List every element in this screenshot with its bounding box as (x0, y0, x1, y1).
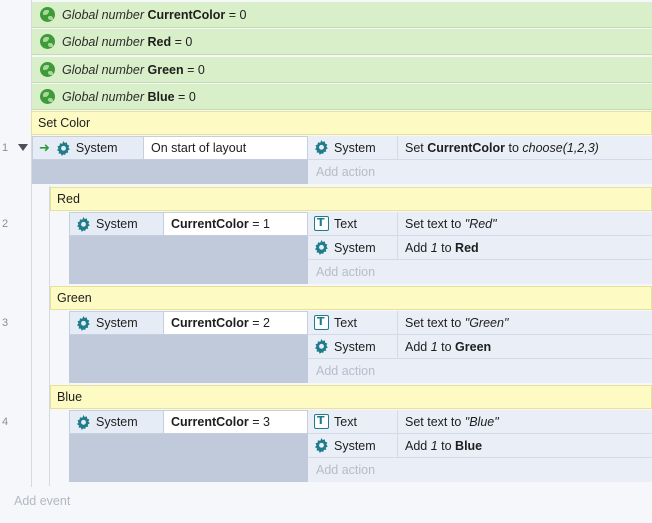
gear-icon (56, 140, 71, 156)
condition-text[interactable]: CurrentColor = 2 (164, 312, 307, 334)
add-action-button[interactable]: Add action (308, 160, 652, 184)
action-object[interactable]: System (308, 335, 398, 358)
group-header[interactable]: Blue (50, 385, 652, 409)
condition-row[interactable]: System CurrentColor = 3 (69, 410, 308, 434)
gear-icon (314, 339, 329, 354)
action-row[interactable]: System Set CurrentColor to choose(1,2,3) (308, 136, 652, 160)
action-row[interactable]: System Add 1 to Red (308, 236, 652, 260)
action-text[interactable]: Add 1 to Green (398, 340, 491, 354)
add-event-button[interactable]: Add event (14, 494, 70, 508)
action-object[interactable]: Text (308, 311, 398, 334)
action-row[interactable]: Text Set text to "Red" (308, 212, 652, 236)
action-object[interactable]: Text (308, 410, 398, 433)
condition-object[interactable]: System (70, 213, 164, 235)
action-row[interactable]: System Add 1 to Green (308, 335, 652, 359)
gear-icon (76, 216, 91, 232)
add-action-button[interactable]: Add action (308, 359, 652, 383)
text-object-icon (314, 216, 329, 231)
gear-icon (314, 240, 329, 255)
action-object[interactable]: System (308, 236, 398, 259)
gear-icon (76, 414, 91, 430)
gear-icon (314, 140, 329, 155)
action-object[interactable]: System (308, 434, 398, 457)
event-number: 2 (2, 218, 9, 230)
action-text[interactable]: Set text to "Red" (398, 217, 497, 231)
condition-object[interactable]: System (70, 312, 164, 334)
action-object[interactable]: Text (308, 212, 398, 235)
global-variable-row[interactable]: Global number Blue = 0 (32, 84, 652, 110)
action-text[interactable]: Add 1 to Blue (398, 439, 482, 453)
condition-row[interactable]: System CurrentColor = 2 (69, 311, 308, 335)
globe-icon (40, 62, 55, 77)
action-row[interactable]: Text Set text to "Green" (308, 311, 652, 335)
condition-object[interactable]: System (70, 411, 164, 433)
group-header[interactable]: Green (50, 286, 652, 310)
tree-line (49, 186, 50, 486)
condition-row[interactable]: ➜ System On start of layout (32, 136, 308, 160)
add-action-button[interactable]: Add action (308, 458, 652, 482)
collapse-arrow-icon[interactable] (18, 144, 28, 151)
action-text[interactable]: Set CurrentColor to choose(1,2,3) (398, 141, 599, 155)
event-number: 1 (2, 142, 9, 154)
globe-icon (40, 7, 55, 22)
add-action-button[interactable]: Add action (308, 260, 652, 284)
condition-row[interactable]: System CurrentColor = 1 (69, 212, 308, 236)
text-object-icon (314, 414, 329, 429)
action-text[interactable]: Set text to "Blue" (398, 415, 499, 429)
event-number: 4 (2, 416, 9, 428)
globe-icon (40, 89, 55, 104)
condition-object[interactable]: ➜ System (33, 137, 144, 159)
global-variable-row[interactable]: Global number CurrentColor = 0 (32, 2, 652, 28)
action-row[interactable]: System Add 1 to Blue (308, 434, 652, 458)
group-header[interactable]: Set Color (31, 111, 652, 135)
gear-icon (314, 438, 329, 453)
text-object-icon (314, 315, 329, 330)
global-variable-row[interactable]: Global number Red = 0 (32, 29, 652, 55)
action-object[interactable]: System (308, 136, 398, 159)
action-row[interactable]: Text Set text to "Blue" (308, 410, 652, 434)
condition-text[interactable]: CurrentColor = 1 (164, 213, 307, 235)
event-number: 3 (2, 317, 9, 329)
group-header[interactable]: Red (50, 187, 652, 211)
gear-icon (76, 315, 91, 331)
condition-text[interactable]: On start of layout (144, 137, 307, 159)
global-variable-row[interactable]: Global number Green = 0 (32, 57, 652, 83)
action-text[interactable]: Set text to "Green" (398, 316, 508, 330)
action-text[interactable]: Add 1 to Red (398, 241, 479, 255)
globe-icon (40, 34, 55, 49)
trigger-arrow-icon: ➜ (39, 140, 50, 155)
condition-text[interactable]: CurrentColor = 3 (164, 411, 307, 433)
